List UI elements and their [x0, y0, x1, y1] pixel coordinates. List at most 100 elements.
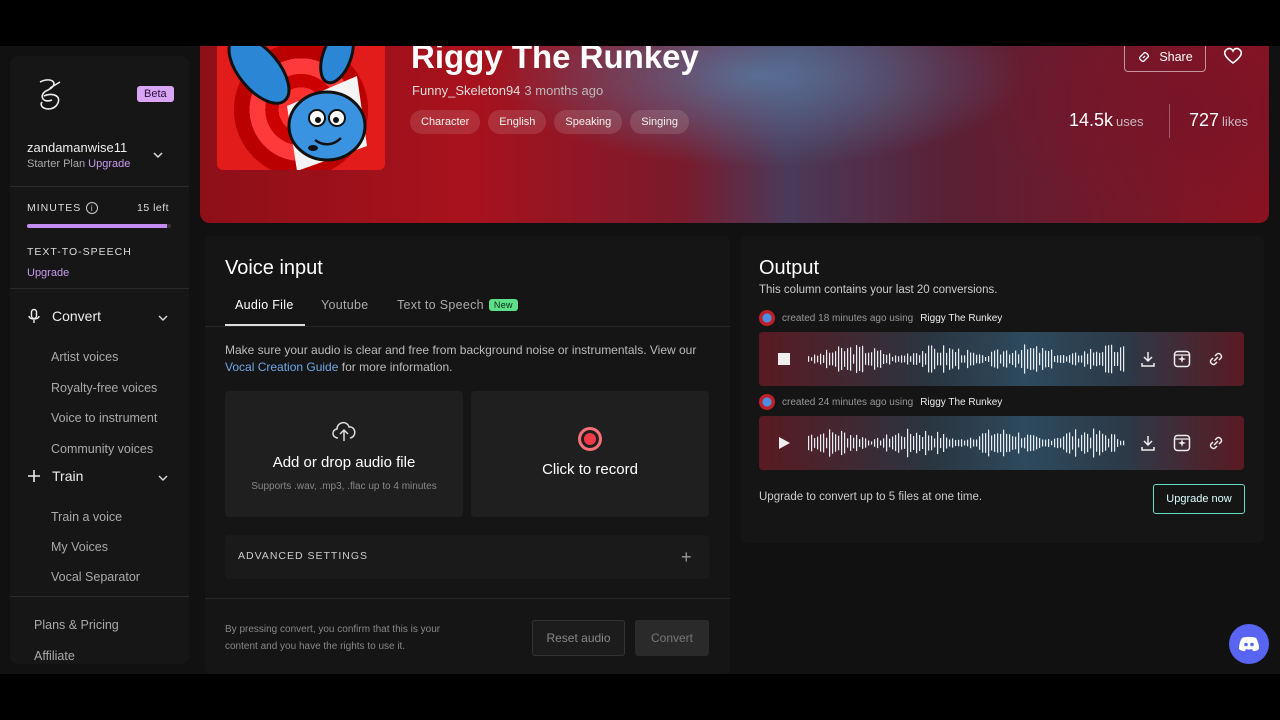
waveform-bar — [862, 437, 864, 449]
waveform-bar — [955, 352, 957, 366]
vocal-guide-link[interactable]: Vocal Creation Guide — [225, 360, 338, 374]
nav-convert[interactable]: Convert — [26, 308, 101, 324]
waveform-bar — [1090, 348, 1092, 370]
waveform-bar — [1018, 432, 1020, 454]
nav-community-voices[interactable]: Community voices — [51, 442, 153, 456]
output-subtitle: This column contains your last 20 conver… — [759, 284, 998, 296]
waveform[interactable] — [807, 342, 1125, 376]
info-icon[interactable]: i — [86, 202, 99, 214]
waveform-bar — [1099, 430, 1101, 456]
nav-voice-to-instrument[interactable]: Voice to instrument — [51, 411, 157, 425]
nav-train[interactable]: Train — [26, 468, 83, 484]
likes-value: 727 — [1189, 110, 1220, 130]
waveform-bar — [919, 355, 921, 363]
share-button[interactable]: Share — [1124, 46, 1206, 72]
waveform-bar — [949, 348, 951, 370]
reset-audio-button[interactable]: Reset audio — [532, 620, 625, 656]
plan-info: Starter Plan Upgrade — [27, 158, 130, 170]
waveform-bar — [916, 432, 918, 454]
plus-icon — [28, 470, 40, 482]
waveform-bar — [1003, 429, 1005, 457]
waveform-bar — [1048, 439, 1050, 447]
tag-character[interactable]: Character — [410, 110, 481, 134]
waveform-bar — [874, 439, 876, 447]
record-button[interactable]: Click to record — [471, 391, 709, 517]
waveform-bar — [880, 440, 882, 446]
waveform-bar — [1084, 351, 1086, 367]
tab-youtube[interactable]: Youtube — [321, 298, 369, 312]
username[interactable]: zandamanwise11 — [27, 140, 127, 155]
waveform[interactable] — [807, 426, 1125, 460]
logo-icon[interactable] — [30, 74, 72, 114]
nav-artist-voices[interactable]: Artist voices — [51, 350, 118, 364]
nav-plans-pricing[interactable]: Plans & Pricing — [34, 618, 119, 632]
waveform-bar — [1057, 355, 1059, 363]
stop-icon[interactable] — [777, 352, 791, 366]
voice-input-title: Voice input — [225, 257, 323, 279]
waveform-bar — [1024, 344, 1026, 374]
advanced-settings-toggle[interactable]: ADVANCED SETTINGS + — [225, 535, 709, 579]
discord-button[interactable] — [1229, 624, 1269, 664]
tts-upgrade-link[interactable]: Upgrade — [27, 267, 69, 279]
waveform-bar — [1000, 354, 1002, 364]
tab-audio-file[interactable]: Audio File — [235, 298, 294, 312]
tab-text-to-speech[interactable]: Text to Speech New — [397, 298, 518, 312]
waveform-bar — [991, 435, 993, 451]
chevron-down-icon[interactable] — [157, 472, 169, 484]
waveform-bar — [883, 438, 885, 448]
tag-speaking[interactable]: Speaking — [554, 110, 623, 134]
hint-text-end: for more information. — [341, 360, 453, 374]
waveform-bar — [907, 428, 909, 458]
author-link[interactable]: Funny_Skeleton94 — [412, 83, 520, 98]
nav-my-voices[interactable]: My Voices — [51, 540, 108, 554]
waveform-bar — [880, 350, 882, 368]
upgrade-now-button[interactable]: Upgrade now — [1153, 484, 1245, 514]
link-icon[interactable] — [1207, 434, 1225, 452]
effects-icon[interactable] — [1173, 434, 1191, 452]
waveform-bar — [913, 436, 915, 450]
nav-vocal-separator[interactable]: Vocal Separator — [51, 570, 140, 584]
waveform-bar — [1084, 432, 1086, 454]
download-icon[interactable] — [1139, 434, 1157, 452]
convert-button[interactable]: Convert — [635, 620, 709, 656]
play-icon[interactable] — [777, 436, 791, 450]
conversion-voice-name[interactable]: Riggy The Runkey — [920, 313, 1002, 324]
voice-author-line: Funny_Skeleton94 3 months ago — [412, 83, 603, 98]
app-frame: Beta zandamanwise11 Starter Plan Upgrade… — [0, 46, 1280, 674]
nav-train-a-voice[interactable]: Train a voice — [51, 510, 122, 524]
chevron-down-icon[interactable] — [151, 148, 165, 162]
download-icon[interactable] — [1139, 350, 1157, 368]
upload-dropzone[interactable]: Add or drop audio file Supports .wav, .m… — [225, 391, 463, 517]
waveform-bar — [1060, 438, 1062, 448]
conversion-time: created 18 minutes ago using — [782, 312, 914, 324]
waveform-bar — [838, 346, 840, 372]
link-icon[interactable] — [1207, 350, 1225, 368]
conversion-meta: created 18 minutes ago using Riggy The R… — [759, 310, 1002, 326]
waveform-bar — [1123, 346, 1125, 372]
discord-icon — [1239, 636, 1259, 652]
waveform-bar — [871, 441, 873, 445]
waveform-bar — [1045, 350, 1047, 368]
output-panel: Output This column contains your last 20… — [741, 236, 1264, 543]
sidebar: Beta zandamanwise11 Starter Plan Upgrade… — [10, 56, 189, 664]
heart-icon[interactable] — [1223, 47, 1243, 65]
nav-royalty-free-voices[interactable]: Royalty-free voices — [51, 381, 157, 395]
waveform-bar — [979, 436, 981, 450]
voice-age: 3 months ago — [524, 83, 604, 98]
waveform-bar — [985, 357, 987, 361]
tag-singing[interactable]: Singing — [630, 110, 689, 134]
tag-english[interactable]: English — [488, 110, 547, 134]
tag-list: Character English Speaking Singing — [410, 110, 689, 134]
waveform-bar — [994, 350, 996, 368]
waveform-bar — [1015, 350, 1017, 368]
waveform-bar — [892, 356, 894, 362]
chevron-down-icon[interactable] — [157, 312, 169, 324]
effects-icon[interactable] — [1173, 350, 1191, 368]
nav-affiliate[interactable]: Affiliate — [34, 649, 75, 663]
conversion-voice-name[interactable]: Riggy The Runkey — [920, 397, 1002, 408]
waveform-bar — [1111, 344, 1113, 374]
waveform-bar — [826, 349, 828, 369]
waveform-bar — [886, 434, 888, 452]
plan-upgrade-link[interactable]: Upgrade — [88, 158, 130, 170]
waveform-bar — [808, 356, 810, 362]
